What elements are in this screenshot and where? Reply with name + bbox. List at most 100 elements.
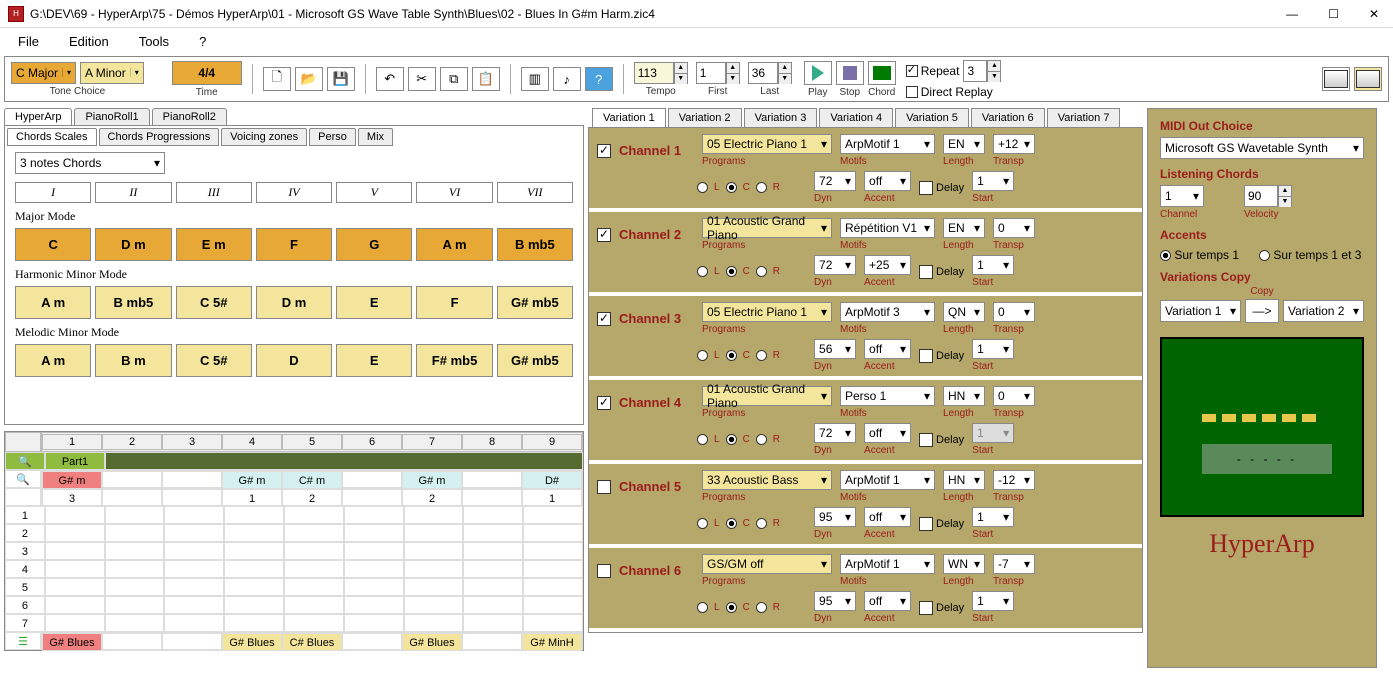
chord-button[interactable]: G# mb5 [497, 344, 573, 377]
delay-check[interactable] [919, 181, 933, 195]
motif-select[interactable]: ArpMotif 3▾ [840, 302, 935, 322]
chord-button[interactable]: F [416, 286, 492, 319]
menu-help[interactable]: ? [199, 34, 206, 49]
tone1-select[interactable]: C Major▾ [11, 62, 76, 84]
stop-button[interactable] [836, 61, 864, 85]
copy-button[interactable]: —> [1245, 299, 1279, 323]
menu-tools[interactable]: Tools [139, 34, 169, 49]
channel-enable[interactable] [597, 396, 611, 410]
delay-check[interactable] [919, 433, 933, 447]
chord-button[interactable]: D m [256, 286, 332, 319]
variation-tab[interactable]: Variation 5 [895, 108, 969, 127]
chord-button[interactable]: C 5# [176, 286, 252, 319]
new-icon[interactable]: 🗋 [263, 67, 291, 91]
grid-cell[interactable] [462, 489, 522, 507]
length-select[interactable]: EN▾ [943, 134, 985, 154]
channel-enable[interactable] [597, 312, 611, 326]
delay-check[interactable] [919, 265, 933, 279]
start-select[interactable]: 1▾ [972, 591, 1014, 611]
subtab-prog[interactable]: Chords Progressions [99, 128, 220, 146]
last-input[interactable]: 36 [748, 62, 778, 84]
transp-select[interactable]: 0▾ [993, 302, 1035, 322]
time-sig[interactable]: 4/4 [172, 61, 242, 85]
transp-select[interactable]: 0▾ [993, 386, 1035, 406]
lcr-radio[interactable]: L C R [697, 602, 780, 613]
transp-select[interactable]: +12▾ [993, 134, 1035, 154]
length-select[interactable]: EN▾ [943, 218, 985, 238]
grid-cell[interactable]: 2 [402, 489, 462, 507]
chord-button[interactable]: D m [95, 228, 171, 261]
tone2-select[interactable]: A Minor▾ [80, 62, 144, 84]
chord-button[interactable]: E [336, 344, 412, 377]
tab-hyperarp[interactable]: HyperArp [4, 108, 72, 125]
grid-cell[interactable] [162, 489, 222, 507]
tempo-input[interactable]: 113 [634, 62, 674, 84]
lcr-radio[interactable]: L C R [697, 182, 780, 193]
motif-select[interactable]: ArpMotif 1▾ [840, 134, 935, 154]
transp-select[interactable]: -12▾ [993, 470, 1035, 490]
grid-cell[interactable]: 3 [42, 489, 102, 507]
accent-select[interactable]: off▾ [864, 591, 911, 611]
variation-tab[interactable]: Variation 6 [971, 108, 1045, 127]
chord-button[interactable]: A m [416, 228, 492, 261]
grid-cell[interactable]: 1 [522, 489, 582, 507]
variation-tab[interactable]: Variation 2 [668, 108, 742, 127]
repeat-n[interactable]: 3 [963, 60, 987, 82]
menu-file[interactable]: File [18, 34, 39, 49]
motif-select[interactable]: ArpMotif 1▾ [840, 470, 935, 490]
chord-button[interactable]: D [256, 344, 332, 377]
note-icon[interactable]: ♪ [553, 67, 581, 91]
dyn-select[interactable]: 95▾ [814, 591, 856, 611]
part-cell[interactable]: Part1 [45, 452, 105, 470]
program-select[interactable]: GS/GM off▾ [702, 554, 832, 574]
chord-button[interactable]: G# mb5 [497, 286, 573, 319]
grid-cell[interactable]: G# Blues [222, 633, 282, 651]
grid-cell[interactable]: C# Blues [282, 633, 342, 651]
dyn-select[interactable]: 72▾ [814, 255, 856, 275]
chord-button[interactable]: A m [15, 344, 91, 377]
chord-button[interactable]: B mb5 [497, 228, 573, 261]
grid-cell[interactable]: D# [522, 471, 582, 489]
tempo-spinner[interactable]: ▲▼ [674, 62, 688, 84]
program-select[interactable]: 01 Acoustic Grand Piano▾ [702, 218, 832, 238]
grid-cell[interactable] [102, 489, 162, 507]
program-select[interactable]: 05 Electric Piano 1▾ [702, 134, 832, 154]
variation-tab[interactable]: Variation 7 [1047, 108, 1121, 127]
subtab-scales[interactable]: Chords Scales [7, 128, 97, 146]
program-select[interactable]: 01 Acoustic Grand Piano▾ [702, 386, 832, 406]
paste-icon[interactable]: 📋 [472, 67, 500, 91]
velocity-input[interactable]: 90 [1244, 185, 1278, 207]
variation-tab[interactable]: Variation 1 [592, 108, 666, 127]
transp-select[interactable]: 0▾ [993, 218, 1035, 238]
keyboard1-icon[interactable] [1322, 67, 1350, 91]
accent-opt1[interactable]: Sur temps 1 [1160, 248, 1239, 262]
grid-cell[interactable] [102, 633, 162, 651]
length-select[interactable]: WN▾ [943, 554, 985, 574]
view-icon[interactable]: ▥ [521, 67, 549, 91]
tab-pianoroll2[interactable]: PianoRoll2 [152, 108, 227, 125]
channel-enable[interactable] [597, 480, 611, 494]
length-select[interactable]: HN▾ [943, 470, 985, 490]
open-icon[interactable]: 📂 [295, 67, 323, 91]
dyn-select[interactable]: 72▾ [814, 171, 856, 191]
lcr-radio[interactable]: L C R [697, 266, 780, 277]
grid-cell[interactable] [462, 471, 522, 489]
transp-select[interactable]: -7▾ [993, 554, 1035, 574]
accent-select[interactable]: +25▾ [864, 255, 911, 275]
accent-select[interactable]: off▾ [864, 507, 911, 527]
chord-button[interactable]: C 5# [176, 344, 252, 377]
program-select[interactable]: 05 Electric Piano 1▾ [702, 302, 832, 322]
maximize-button[interactable]: ☐ [1322, 7, 1345, 21]
dyn-select[interactable]: 72▾ [814, 423, 856, 443]
dyn-select[interactable]: 56▾ [814, 339, 856, 359]
start-select[interactable]: 1▾ [972, 171, 1014, 191]
dyn-select[interactable]: 95▾ [814, 507, 856, 527]
grid-cell[interactable] [342, 471, 402, 489]
delay-check[interactable] [919, 601, 933, 615]
copy-from[interactable]: Variation 1▾ [1160, 300, 1241, 322]
start-select[interactable]: 1▾ [972, 255, 1014, 275]
first-spinner[interactable]: ▲▼ [726, 62, 740, 84]
chord-button[interactable]: G [336, 228, 412, 261]
grid-cell[interactable] [462, 633, 522, 651]
length-select[interactable]: QN▾ [943, 302, 985, 322]
